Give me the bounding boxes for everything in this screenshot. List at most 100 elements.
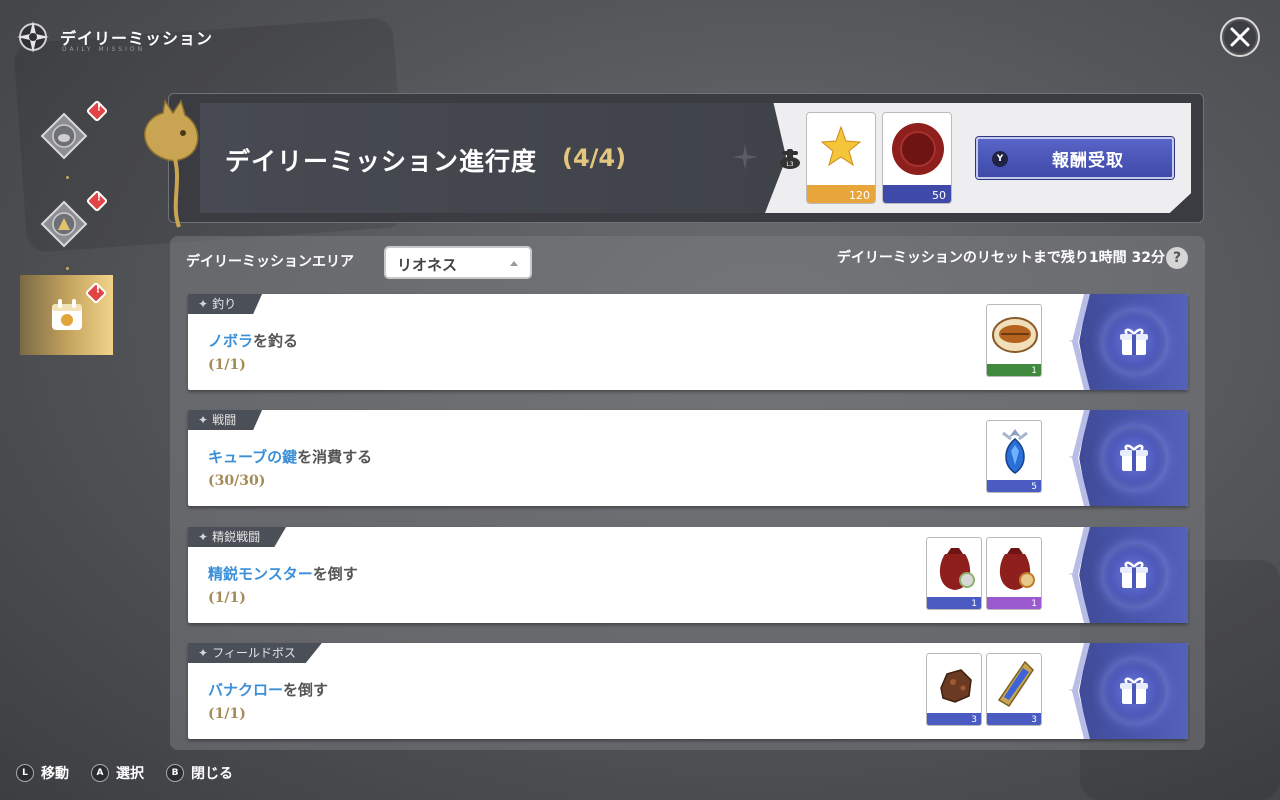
gift-box-icon xyxy=(1120,328,1148,355)
ore-chunk-icon xyxy=(940,669,972,703)
gift-box-icon xyxy=(1120,561,1148,588)
compass-medal-icon xyxy=(40,200,88,248)
mission-progress: (1/1) xyxy=(208,357,246,373)
sidebar-item-daily-mission[interactable]: ! xyxy=(20,275,113,355)
claim-gift-button[interactable] xyxy=(1102,543,1166,607)
mission-row: ✦戦闘 キューブの鍵を消費する (30/30) 5 + xyxy=(188,410,1188,506)
help-button[interactable]: ? xyxy=(1166,247,1188,269)
screen-subtitle: DAILY MISSION xyxy=(62,46,146,53)
hint-close[interactable]: B 閉じる xyxy=(166,763,233,783)
reward-count: 5 xyxy=(1031,482,1037,492)
boar-mascot-icon xyxy=(144,99,199,228)
mission-category-tag: ✦ 戦闘 xyxy=(188,410,263,430)
grilled-fish-icon xyxy=(992,317,1038,353)
hint-label: 閉じる xyxy=(191,766,233,782)
screen-header: デイリーミッション DAILY MISSION xyxy=(14,18,213,56)
mission-progress: (1/1) xyxy=(208,706,246,722)
reward-count: 3 xyxy=(1031,715,1037,725)
claim-gift-button[interactable] xyxy=(1102,426,1166,490)
mission-name: キューブの鍵を消費する xyxy=(208,446,372,467)
close-button[interactable] xyxy=(1220,17,1260,57)
sparkle-icon: ✦ xyxy=(198,297,209,311)
hint-move[interactable]: L 移動 xyxy=(16,763,69,783)
red-pouch-icon xyxy=(999,548,1035,590)
emblem-icon xyxy=(17,21,49,53)
boar-medal-icon xyxy=(40,112,88,160)
hint-label: 移動 xyxy=(41,766,69,782)
control-hints: L 移動 A 選択 B 閉じる xyxy=(16,763,233,783)
sparkle-icon: ✦ xyxy=(198,530,209,544)
star-moon-crystal-icon xyxy=(820,123,862,176)
mission-reward-item[interactable]: 1 xyxy=(986,304,1042,377)
l3-stick-icon: L3 xyxy=(780,149,800,169)
mission-row: ✦フィールドボス バナクローを倒す (1/1) 3 3 + xyxy=(188,643,1188,739)
dropdown-arrow-icon xyxy=(510,261,518,266)
mission-name: 精鋭モンスターを倒す xyxy=(208,563,358,584)
mission-category: 釣り xyxy=(212,297,237,311)
svg-text:L3: L3 xyxy=(786,161,793,168)
mission-category-tag: ✦ 釣り xyxy=(188,294,263,314)
reset-timer: デイリーミッションのリセットまで残り1時間 32分 xyxy=(836,250,1165,266)
gift-box-icon xyxy=(1120,444,1148,471)
mission-action: を倒す xyxy=(283,681,329,699)
wax-seal-icon xyxy=(892,123,944,175)
mission-action: を倒す xyxy=(312,565,358,583)
reward-count: 1 xyxy=(971,599,977,609)
sparkle-icon xyxy=(732,144,758,170)
mission-progress: (1/1) xyxy=(208,590,246,606)
claim-reward-button[interactable]: Y 報酬受取 xyxy=(976,137,1174,179)
reward-count: 1 xyxy=(1031,599,1037,609)
area-dropdown-value: リオネス xyxy=(397,256,458,274)
claim-gift-button[interactable] xyxy=(1102,310,1166,374)
reward-count: 1 xyxy=(1031,366,1037,376)
mission-row: ✦釣り ノボラを釣る (1/1) 1 + xyxy=(188,294,1188,390)
mission-action: を消費する xyxy=(297,448,373,466)
area-dropdown[interactable]: リオネス xyxy=(384,246,532,279)
mission-progress: (30/30) xyxy=(208,473,266,489)
blue-crystal-key-icon xyxy=(1002,429,1028,474)
a-button-icon: A xyxy=(91,764,109,782)
mission-row: ✦精鋭戦闘 精鋭モンスターを倒す (1/1) 1 1 + xyxy=(188,527,1188,623)
reward-count: 3 xyxy=(971,715,977,725)
close-icon xyxy=(1230,27,1250,47)
hint-select[interactable]: A 選択 xyxy=(91,763,144,783)
hint-label: 選択 xyxy=(116,766,144,782)
mission-reward-item[interactable]: 3 xyxy=(926,653,982,726)
mission-target: ノボラ xyxy=(208,332,254,350)
calendar-gift-icon xyxy=(51,299,82,330)
mission-name: バナクローを倒す xyxy=(208,679,328,700)
mission-reward-item[interactable]: 1 xyxy=(986,537,1042,610)
mission-reward-item[interactable]: 5 xyxy=(986,420,1042,493)
mission-target: 精鋭モンスター xyxy=(208,565,313,583)
mission-category: 戦闘 xyxy=(212,413,237,427)
sidebar-divider-dot xyxy=(66,176,69,179)
mission-target: キューブの鍵 xyxy=(208,448,298,466)
progress-title: デイリーミッション進行度 xyxy=(225,147,538,176)
reward-count: 120 xyxy=(849,189,870,202)
mission-target: バナクロー xyxy=(208,681,284,699)
gift-box-icon xyxy=(1120,677,1148,704)
mission-category-tag: ✦ フィールドボス xyxy=(188,643,322,663)
mission-name: ノボラを釣る xyxy=(208,330,298,351)
mission-category: 精鋭戦闘 xyxy=(212,530,261,544)
reward-item-card[interactable]: 50 xyxy=(882,112,952,204)
mission-reward-item[interactable]: 3 xyxy=(986,653,1042,726)
sidebar-item-boar[interactable]: ! xyxy=(28,99,109,172)
reward-count: 50 xyxy=(932,189,946,202)
y-button-icon: Y xyxy=(992,151,1008,167)
mission-category-tag: ✦ 精鋭戦闘 xyxy=(188,527,287,547)
mission-action: を釣る xyxy=(253,332,299,350)
mission-reward-item[interactable]: 1 xyxy=(926,537,982,610)
sparkle-icon: ✦ xyxy=(198,413,209,427)
area-label: デイリーミッションエリア xyxy=(186,254,354,270)
notification-badge: ! xyxy=(84,281,108,305)
sparkle-icon: ✦ xyxy=(198,646,209,660)
sidebar-divider-dot xyxy=(66,267,69,270)
b-button-icon: B xyxy=(166,764,184,782)
blue-gem-shard-icon xyxy=(997,660,1034,708)
sidebar-item-compass[interactable]: ! xyxy=(28,188,109,260)
reward-item-card[interactable]: 120 xyxy=(806,112,876,204)
progress-count: (4/4) xyxy=(562,144,627,172)
red-pouch-icon xyxy=(939,548,975,590)
claim-gift-button[interactable] xyxy=(1102,659,1166,723)
